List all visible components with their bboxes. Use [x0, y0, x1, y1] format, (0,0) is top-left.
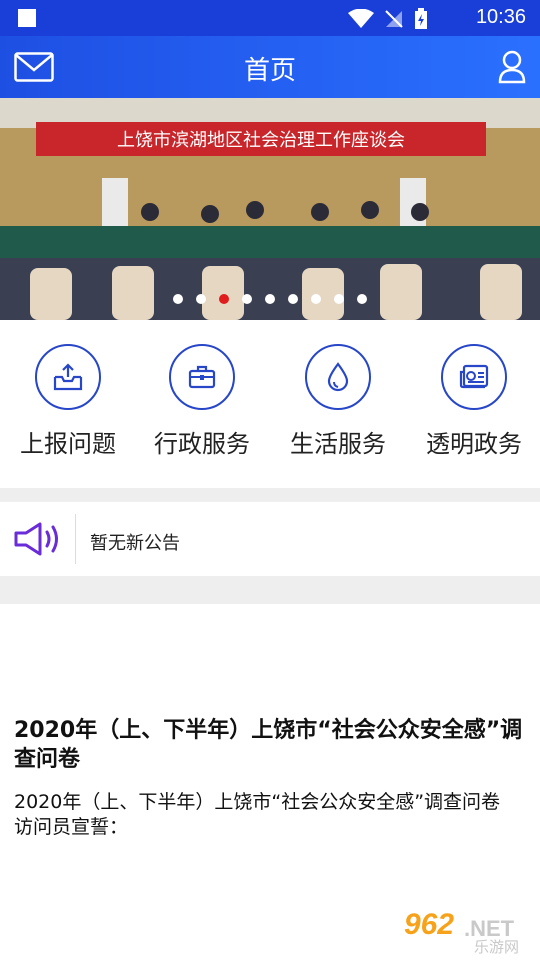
carousel-dot[interactable]	[265, 294, 275, 304]
clock: 10:36	[475, 6, 526, 28]
briefcase-icon	[169, 344, 235, 410]
article-excerpt-line: 2020年（上、下半年）上饶市“社会公众安全感”调查问卷	[14, 791, 501, 813]
banner-image: 上饶市滨湖地区社会治理工作座谈会	[0, 98, 540, 320]
watermark-logo: 962 .NET 乐游网	[402, 908, 532, 956]
service-label: 上报问题	[20, 430, 116, 458]
carousel-dot[interactable]	[311, 294, 321, 304]
banner-headline: 上饶市滨湖地区社会治理工作座谈会	[117, 130, 405, 151]
carousel-dot[interactable]	[196, 294, 206, 304]
service-label: 行政服务	[154, 430, 250, 458]
service-grid: 上报问题 行政服务 生活服务 透明政务	[0, 320, 540, 488]
notification-icon	[18, 9, 36, 27]
service-life[interactable]: 生活服务	[270, 344, 406, 459]
upload-tray-icon	[35, 344, 101, 410]
wifi-icon	[348, 9, 374, 28]
divider	[75, 514, 76, 564]
service-label: 透明政务	[426, 430, 522, 458]
service-admin[interactable]: 行政服务	[134, 344, 270, 459]
article-title[interactable]: 2020年（上、下半年）上饶市“社会公众安全感”调查问卷	[14, 716, 526, 774]
service-report-issue[interactable]: 上报问题	[0, 344, 136, 459]
newspaper-icon	[441, 344, 507, 410]
article-excerpt: 2020年（上、下半年）上饶市“社会公众安全感”调查问卷 访问员宣誓：	[14, 790, 534, 840]
battery-icon	[415, 8, 427, 29]
announcement-bar[interactable]: 暂无新公告	[0, 502, 540, 576]
service-label: 生活服务	[290, 430, 386, 458]
carousel-dot[interactable]	[357, 294, 367, 304]
speaker-icon	[14, 522, 58, 556]
water-drop-icon	[305, 344, 371, 410]
app-bar: 首页	[0, 36, 540, 98]
banner-carousel[interactable]: 上饶市滨湖地区社会治理工作座谈会	[0, 98, 540, 320]
article-card[interactable]: 2020年（上、下半年）上饶市“社会公众安全感”调查问卷 2020年（上、下半年…	[0, 604, 540, 960]
carousel-dot[interactable]	[288, 294, 298, 304]
status-bar: 10:36	[0, 0, 540, 36]
page-title: 首页	[243, 56, 296, 86]
carousel-dot[interactable]	[173, 294, 183, 304]
carousel-dots[interactable]	[0, 294, 540, 304]
carousel-dot[interactable]	[334, 294, 344, 304]
carousel-dot-active[interactable]	[219, 294, 229, 304]
carousel-dot[interactable]	[242, 294, 252, 304]
announcement-text: 暂无新公告	[90, 533, 180, 554]
service-transparency[interactable]: 透明政务	[406, 344, 540, 459]
watermark-sub: 乐游网	[474, 938, 520, 956]
watermark-brand: 962	[404, 908, 455, 941]
user-icon[interactable]	[498, 50, 526, 84]
no-signal-icon	[385, 10, 403, 28]
article-excerpt-line: 访问员宣誓：	[14, 816, 129, 838]
